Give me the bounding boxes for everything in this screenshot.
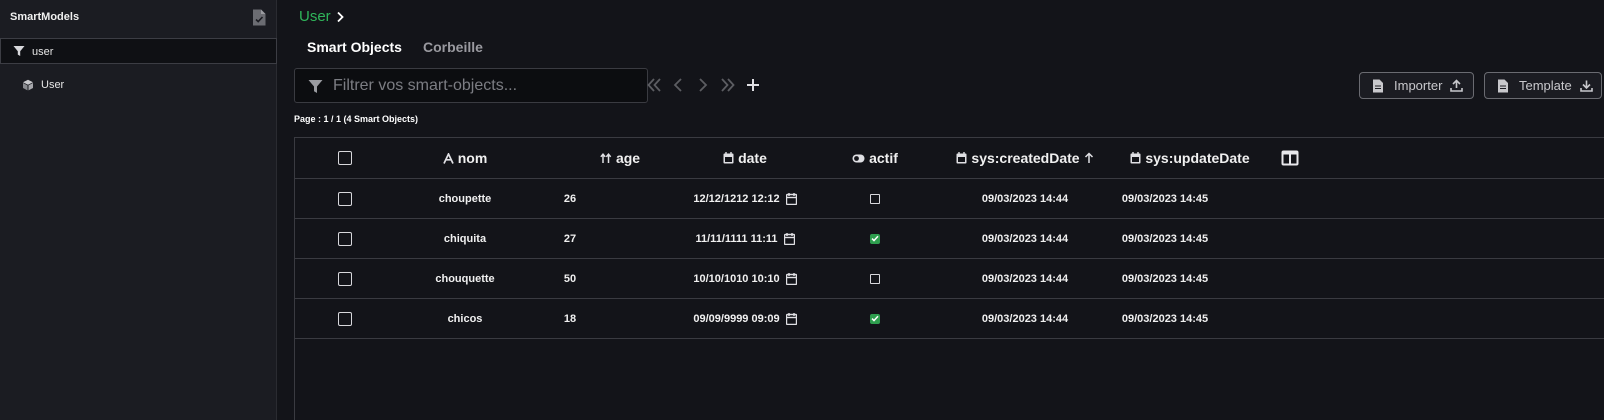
first-page-icon[interactable] — [646, 77, 662, 93]
breadcrumb-user-link[interactable]: User — [299, 8, 331, 25]
calendar-icon[interactable] — [785, 272, 797, 285]
column-label: sys:updateDate — [1145, 150, 1250, 166]
select-all-checkbox[interactable] — [338, 151, 352, 165]
page-info: Page : 1 / 1 (4 Smart Objects) — [294, 114, 419, 124]
cell-updated-date: 09/03/2023 14:45 — [1121, 232, 1209, 245]
row-select-cell — [325, 299, 365, 338]
select-all-cell — [325, 138, 365, 178]
column-header-actif[interactable]: actif — [815, 138, 935, 178]
chevron-right-icon — [337, 11, 344, 22]
text-type-icon — [442, 152, 454, 164]
tab-smart-objects[interactable]: Smart Objects — [307, 39, 402, 55]
cell-updated-date: 09/03/2023 14:45 — [1121, 272, 1209, 285]
sort-ascending-icon[interactable] — [1084, 152, 1094, 164]
search-box — [294, 68, 648, 103]
import-button-label: Importer — [1394, 78, 1443, 93]
cell-date: 12/12/1212 12:12 — [655, 179, 835, 218]
column-label: nom — [457, 150, 488, 166]
column-header-date[interactable]: date — [655, 138, 835, 178]
column-label: age — [615, 150, 641, 166]
row-select-cell — [325, 219, 365, 258]
columns-layout-icon[interactable] — [1281, 150, 1299, 166]
cell-age: 27 — [563, 232, 577, 245]
cell-age: 18 — [563, 312, 577, 325]
cube-icon — [23, 79, 33, 91]
calendar-icon — [1130, 152, 1141, 164]
sidebar-title: SmartModels — [10, 11, 80, 23]
cell-actif — [815, 219, 935, 258]
import-button[interactable]: Importer — [1359, 72, 1474, 99]
actif-checkbox-checked[interactable] — [870, 233, 880, 244]
toggle-icon — [852, 154, 865, 162]
cell-age: 26 — [563, 192, 577, 205]
file-icon — [1498, 79, 1508, 92]
check-icon — [871, 235, 879, 242]
table-row[interactable]: choupette 26 12/12/1212 12:12 09/03/2023 14… — [295, 179, 1604, 219]
row-checkbox[interactable] — [338, 191, 352, 206]
actif-checkbox-checked[interactable] — [870, 313, 880, 324]
cell-date: 11/11/1111 11:11 — [655, 219, 835, 258]
cell-updated-date: 09/03/2023 14:45 — [1121, 192, 1209, 205]
add-icon[interactable] — [745, 77, 761, 93]
sidebar-filter-input[interactable] — [32, 43, 262, 60]
calendar-icon[interactable] — [783, 232, 795, 245]
date-value: 10/10/1010 10:10 — [693, 272, 780, 285]
filter-icon — [13, 46, 25, 56]
breadcrumb: User — [299, 8, 345, 25]
row-checkbox[interactable] — [338, 311, 352, 326]
column-header-created-date[interactable]: sys:createdDate — [925, 138, 1125, 178]
download-icon — [1579, 80, 1593, 92]
sidebar: SmartModels User — [0, 0, 277, 420]
cell-age: 50 — [563, 272, 577, 285]
table-row[interactable]: chicos 18 09/09/9999 09:09 09/03/2023 14:44… — [295, 299, 1604, 339]
cell-date: 09/09/9999 09:09 — [655, 299, 835, 338]
column-label: actif — [869, 150, 898, 166]
cell-actif — [815, 179, 935, 218]
search-input[interactable] — [333, 75, 639, 97]
template-button-label: Template — [1519, 78, 1572, 93]
column-header-nom[interactable]: nom — [375, 138, 555, 178]
upload-icon — [1450, 79, 1464, 92]
row-checkbox[interactable] — [338, 271, 352, 286]
table-row[interactable]: chiquita 27 11/11/1111 11:11 09/03/2023 14:… — [295, 219, 1604, 259]
sidebar-item-label: User — [41, 79, 65, 91]
calendar-icon — [723, 152, 734, 164]
check-icon — [871, 315, 879, 322]
calendar-icon[interactable] — [785, 192, 797, 205]
cell-date: 10/10/1010 10:10 — [655, 259, 835, 298]
cell-actif — [815, 299, 935, 338]
date-value: 09/09/9999 09:09 — [693, 312, 780, 325]
calendar-icon[interactable] — [785, 312, 797, 325]
next-page-icon[interactable] — [695, 77, 711, 93]
sidebar-item-user[interactable]: User — [22, 76, 64, 94]
number-sort-icon — [600, 152, 612, 163]
template-button[interactable]: Template — [1484, 72, 1602, 99]
row-checkbox[interactable] — [338, 231, 352, 246]
previous-page-icon[interactable] — [670, 77, 686, 93]
row-select-cell — [325, 179, 365, 218]
column-label: sys:createdDate — [971, 150, 1080, 166]
table-header: nom age date actif sys:createdDate sys:u… — [295, 138, 1604, 179]
add-document-icon[interactable] — [252, 9, 266, 26]
sidebar-filter — [0, 38, 277, 64]
row-select-cell — [325, 259, 365, 298]
calendar-icon — [956, 152, 967, 164]
filter-icon — [308, 80, 323, 93]
tab-corbeille[interactable]: Corbeille — [423, 39, 483, 55]
sidebar-header: SmartModels — [0, 0, 277, 38]
file-icon — [1373, 79, 1383, 92]
column-settings-cell — [1275, 138, 1305, 178]
last-page-icon[interactable] — [720, 77, 736, 93]
column-label: date — [738, 150, 767, 166]
cell-actif — [815, 259, 935, 298]
actif-checkbox[interactable] — [870, 193, 880, 204]
column-header-updated-date[interactable]: sys:updateDate — [1105, 138, 1275, 178]
date-value: 11/11/1111 11:11 — [695, 232, 778, 245]
date-value: 12/12/1212 12:12 — [693, 192, 780, 205]
actif-checkbox[interactable] — [870, 273, 880, 284]
cell-updated-date: 09/03/2023 14:45 — [1121, 312, 1209, 325]
smart-objects-table: nom age date actif sys:createdDate sys:u… — [294, 137, 1604, 420]
table-row[interactable]: chouquette 50 10/10/1010 10:10 09/03/2023 1… — [295, 259, 1604, 299]
